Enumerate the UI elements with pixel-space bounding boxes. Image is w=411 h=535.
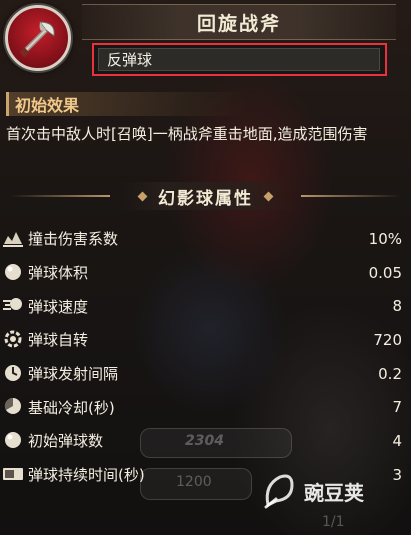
stat-row-ball-size: 弹球体积 0.05: [0, 256, 411, 290]
initial-effect-description: 首次击中敌人时[召唤]一柄战斧重击地面,造成范围伤害: [6, 125, 368, 143]
stat-row-cooldown: 基础冷却(秒) 7: [0, 390, 411, 424]
stat-value: 0.05: [368, 263, 402, 282]
watermark-text: 豌豆荚: [304, 480, 364, 505]
stat-row-damage: 撞击伤害系数 10%: [0, 222, 411, 256]
stat-label: 弹球发射间隔: [28, 365, 119, 384]
attributes-heading: 幻影球属性: [120, 182, 291, 210]
stat-label: 弹球速度: [28, 297, 89, 316]
title-bar: 回旋战斧: [82, 4, 396, 40]
subtitle-field: 反弹球: [98, 48, 380, 71]
attribute-list: 撞击伤害系数 10% 弹球体积 0.05 弹球速度 8 弹球自转 720 弹球发…: [0, 222, 411, 492]
ball-spin-icon: [2, 328, 24, 350]
axe-icon: [5, 5, 71, 71]
stat-label: 初始弹球数: [28, 432, 104, 451]
attributes-divider: 幻影球属性: [0, 182, 411, 210]
stat-row-ball-speed: 弹球速度 8: [0, 289, 411, 323]
stat-value: 0.2: [378, 364, 402, 383]
divider-line-left: [10, 195, 110, 197]
subtitle-highlight: 反弹球: [92, 43, 387, 76]
watermark-logo-icon: [264, 474, 294, 509]
stat-value: 4: [392, 431, 402, 450]
watermark: 豌豆荚: [262, 466, 402, 516]
ball-speed-icon: [2, 294, 24, 316]
stat-value: 8: [392, 297, 402, 316]
stat-label: 弹球持续时间(秒): [28, 466, 145, 485]
stat-label: 撞击伤害系数: [28, 230, 119, 249]
stat-row-launch-interval: 弹球发射间隔 0.2: [0, 357, 411, 391]
initial-effect-heading: 初始效果: [6, 92, 246, 116]
divider-line-right: [301, 195, 401, 197]
stat-label: 弹球体积: [28, 264, 89, 283]
ball-count-icon: [2, 429, 24, 451]
stat-label: 弹球自转: [28, 331, 89, 350]
damage-icon: [2, 227, 24, 249]
stat-value: 10%: [368, 229, 402, 248]
diamond-icon: [137, 191, 148, 201]
ball-size-icon: [2, 261, 24, 283]
page-title: 回旋战斧: [196, 12, 281, 35]
initial-effect-heading-text: 初始效果: [15, 96, 80, 115]
stat-value: 7: [392, 398, 402, 417]
diamond-icon: [263, 191, 274, 201]
ghost-page-indicator: 1/1: [322, 514, 345, 530]
attributes-heading-text: 幻影球属性: [158, 188, 253, 209]
cooldown-icon: [2, 395, 24, 417]
duration-icon: [2, 463, 24, 485]
stat-row-ball-spin: 弹球自转 720: [0, 323, 411, 357]
stat-value: 720: [373, 330, 402, 349]
subtitle-text: 反弹球: [107, 51, 153, 69]
stat-row-ball-count: 初始弹球数 4: [0, 424, 411, 458]
launch-interval-icon: [2, 362, 24, 384]
stat-label: 基础冷却(秒): [28, 398, 115, 417]
